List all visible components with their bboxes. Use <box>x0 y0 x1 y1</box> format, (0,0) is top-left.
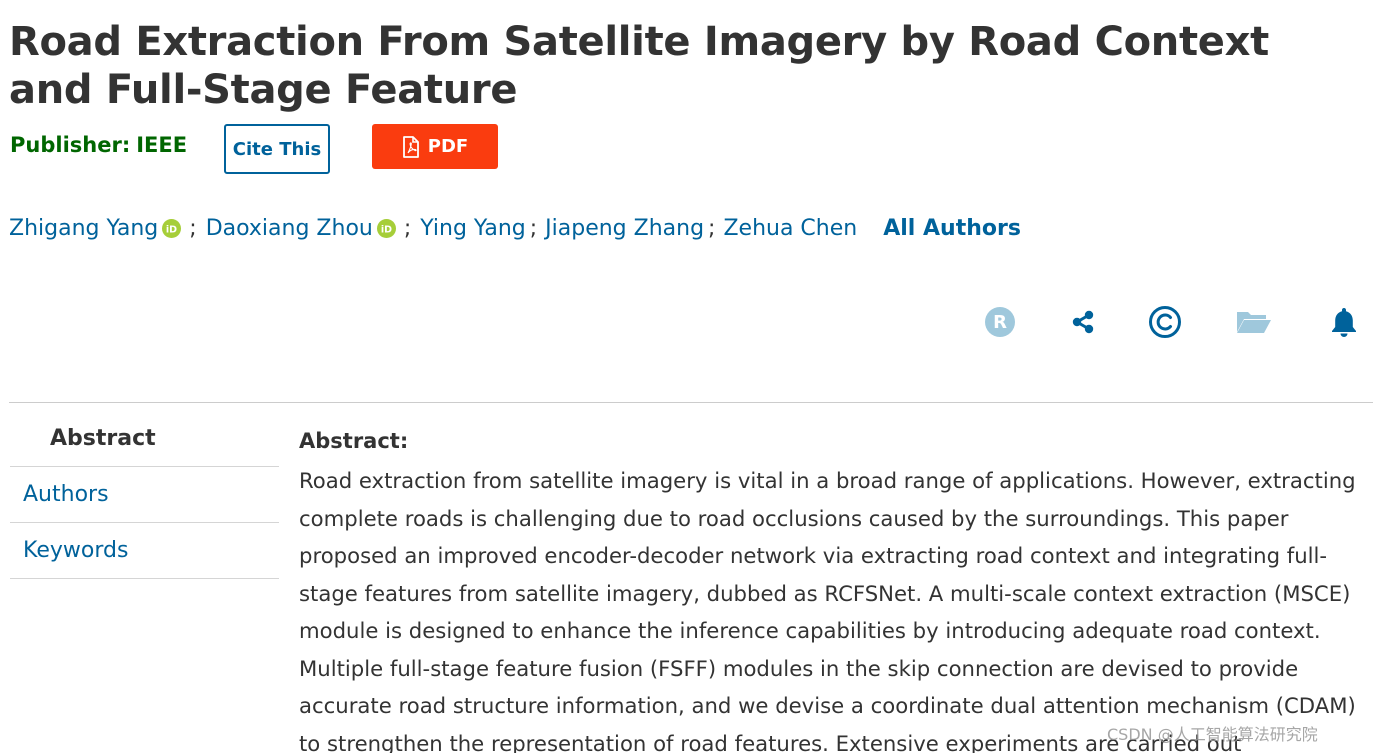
share-icon <box>1072 310 1094 334</box>
svg-text:iD: iD <box>381 224 392 235</box>
author-list: Zhigang Yang iD ; Daoxiang Zhou iD ; Yin… <box>9 216 1021 241</box>
author-separator: ; <box>189 216 197 241</box>
pdf-file-icon <box>402 135 419 158</box>
save-to-folder-button[interactable] <box>1236 304 1272 340</box>
publisher-value: IEEE <box>136 133 188 157</box>
orcid-icon[interactable]: iD <box>162 219 182 238</box>
section-divider <box>9 402 1373 403</box>
abstract-text: Road extraction from satellite imagery i… <box>299 468 1356 753</box>
section-nav: Abstract Authors Keywords <box>10 411 279 579</box>
publisher-label: Publisher: <box>10 133 131 157</box>
publisher: Publisher: IEEE <box>10 133 187 157</box>
author-link[interactable]: Daoxiang Zhou <box>206 216 373 241</box>
orcid-icon[interactable]: iD <box>376 219 396 238</box>
copyright-button[interactable] <box>1147 304 1183 340</box>
watermark: CSDN @人工智能算法研究院 <box>1107 725 1318 744</box>
pdf-button-label: PDF <box>427 136 469 157</box>
author-link[interactable]: Ying Yang <box>420 216 525 241</box>
pdf-button[interactable]: PDF <box>372 124 498 169</box>
svg-text:iD: iD <box>166 224 177 235</box>
page-title: Road Extraction From Satellite Imagery b… <box>9 19 1269 113</box>
abstract-heading: Abstract: <box>299 429 409 453</box>
alerts-button[interactable] <box>1326 304 1362 340</box>
author-link[interactable]: Zehua Chen <box>723 216 857 241</box>
cite-this-button[interactable]: Cite This <box>224 124 330 174</box>
bell-icon <box>1332 308 1356 337</box>
rights-icon: R <box>985 307 1015 337</box>
share-button[interactable] <box>1065 304 1101 340</box>
all-authors-link[interactable]: All Authors <box>883 216 1021 241</box>
author-link[interactable]: Jiapeng Zhang <box>545 216 704 241</box>
nav-item-abstract[interactable]: Abstract <box>10 411 279 467</box>
copyright-icon <box>1149 306 1181 338</box>
author-separator: ; <box>708 216 716 241</box>
nav-item-authors[interactable]: Authors <box>10 467 279 523</box>
rights-icon-letter: R <box>993 312 1007 333</box>
rights-permissions-button[interactable]: R <box>982 304 1018 340</box>
author-separator: ; <box>529 216 538 241</box>
nav-item-keywords[interactable]: Keywords <box>10 523 279 579</box>
folder-icon <box>1237 312 1271 333</box>
author-link[interactable]: Zhigang Yang <box>9 216 158 241</box>
author-separator: ; <box>403 216 412 241</box>
